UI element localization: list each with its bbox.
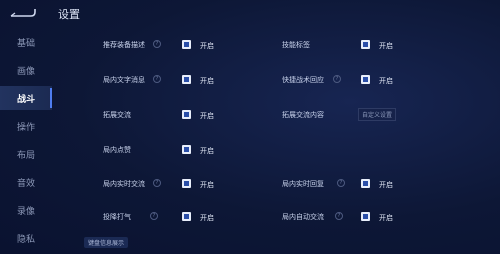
setting-checkbox[interactable]	[182, 145, 191, 154]
settings-screen: 设置 基础 画像 战斗 操作 布局 音效 录像 隐私 推荐装备描述 ? 开启 技…	[0, 0, 500, 254]
setting-label: 拓展交流	[103, 111, 131, 119]
sidebar-item-replay[interactable]: 录像	[0, 198, 52, 222]
setting-label: 推荐装备描述	[103, 41, 145, 49]
info-icon[interactable]: ?	[150, 212, 158, 220]
option-label: 开启	[200, 42, 214, 50]
info-icon[interactable]: ?	[153, 179, 161, 187]
option-label: 开启	[200, 214, 214, 222]
page-title: 设置	[58, 8, 80, 21]
sidebar-item-sound[interactable]: 音效	[0, 170, 52, 194]
keyboard-info-label[interactable]: 键盘信息展示	[84, 237, 129, 248]
sidebar-item-picture[interactable]: 画像	[0, 58, 52, 82]
setting-checkbox[interactable]	[361, 40, 370, 49]
option-label: 开启	[379, 181, 393, 189]
setting-label: 局内文字消息	[103, 76, 145, 84]
setting-label: 局内实时交流	[103, 180, 145, 188]
option-label: 开启	[200, 112, 214, 120]
option-label: 开启	[379, 214, 393, 222]
info-icon[interactable]: ?	[153, 75, 161, 83]
info-icon[interactable]: ?	[335, 212, 343, 220]
setting-checkbox[interactable]	[361, 179, 370, 188]
customize-button[interactable]: 自定义设置	[358, 108, 397, 121]
sidebar-item-privacy[interactable]: 隐私	[0, 226, 52, 250]
sidebar-item-basic[interactable]: 基础	[0, 30, 52, 54]
option-label: 开启	[379, 77, 393, 85]
setting-label: 技能标签	[282, 41, 310, 49]
setting-label: 快捷战术回应	[282, 76, 324, 84]
info-icon[interactable]: ?	[333, 75, 341, 83]
sidebar: 基础 画像 战斗 操作 布局 音效 录像 隐私	[0, 30, 52, 254]
sidebar-item-battle[interactable]: 战斗	[0, 86, 52, 110]
setting-checkbox[interactable]	[182, 212, 191, 221]
setting-label: 拓展交流内容	[282, 111, 324, 119]
sidebar-item-controls[interactable]: 操作	[0, 114, 52, 138]
setting-label: 局内点赞	[103, 146, 131, 154]
setting-checkbox[interactable]	[361, 75, 370, 84]
setting-checkbox[interactable]	[182, 40, 191, 49]
setting-checkbox[interactable]	[182, 75, 191, 84]
option-label: 开启	[200, 181, 214, 189]
option-label: 开启	[200, 147, 214, 155]
setting-checkbox[interactable]	[361, 212, 370, 221]
setting-label: 局内实时回复	[282, 180, 324, 188]
setting-label: 局内自动交流	[282, 213, 324, 221]
setting-checkbox[interactable]	[182, 110, 191, 119]
option-label: 开启	[200, 77, 214, 85]
info-icon[interactable]: ?	[337, 179, 345, 187]
back-arrow-icon[interactable]	[9, 7, 37, 19]
setting-checkbox[interactable]	[182, 179, 191, 188]
sidebar-item-layout[interactable]: 布局	[0, 142, 52, 166]
info-icon[interactable]: ?	[153, 40, 161, 48]
setting-label: 投降打气	[103, 213, 131, 221]
option-label: 开启	[379, 42, 393, 50]
